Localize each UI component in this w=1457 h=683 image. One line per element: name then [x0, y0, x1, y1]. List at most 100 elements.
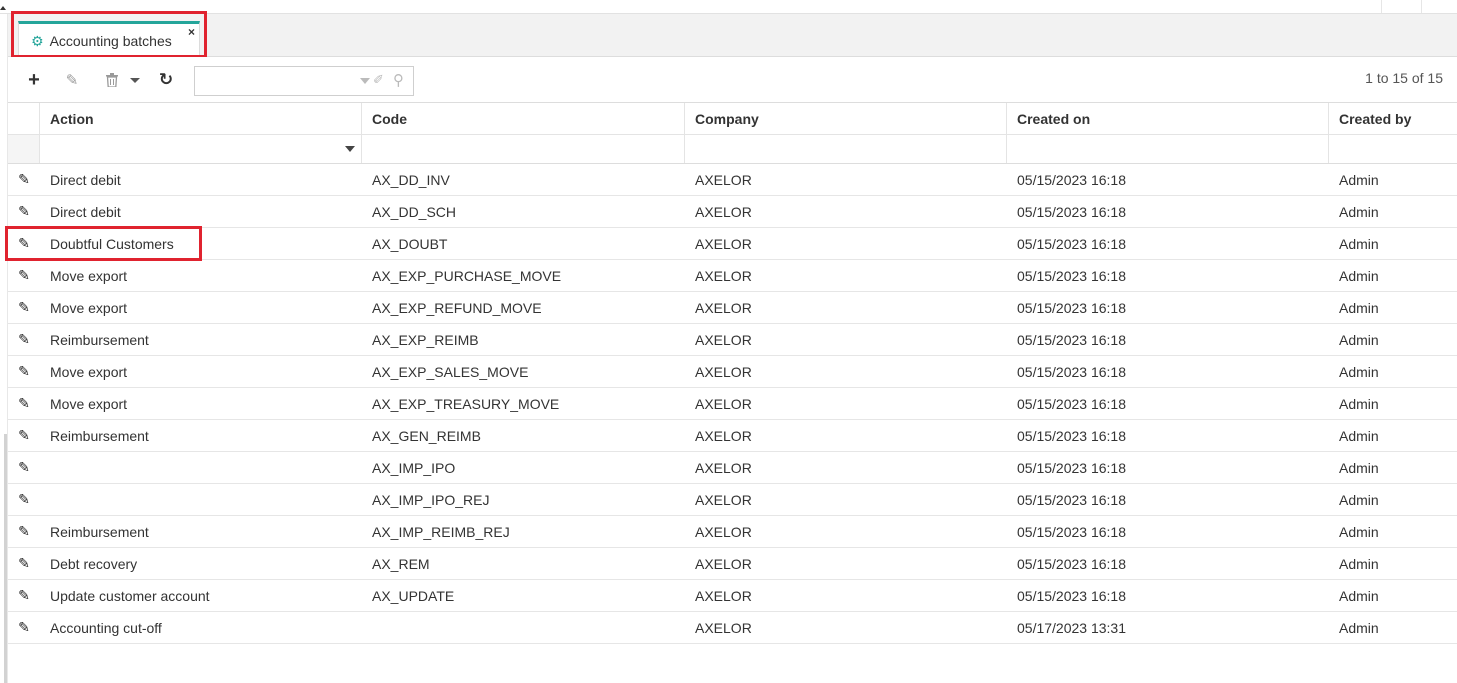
- pencil-icon[interactable]: ✎: [8, 356, 40, 387]
- table-row[interactable]: ✎ Direct debit AX_DD_INV AXELOR 05/15/20…: [8, 164, 1457, 196]
- pencil-icon[interactable]: ✎: [8, 164, 40, 195]
- top-bar-divider: [1421, 0, 1422, 13]
- filter-edit-cell: [8, 135, 40, 163]
- table-row[interactable]: ✎ Debt recovery AX_REM AXELOR 05/15/2023…: [8, 548, 1457, 580]
- search-input[interactable]: [195, 67, 355, 95]
- table-row[interactable]: ✎ AX_IMP_IPO AXELOR 05/15/2023 16:18 Adm…: [8, 452, 1457, 484]
- tab-accounting-batches[interactable]: ⚙ Accounting batches ×: [18, 21, 200, 57]
- clear-search-icon[interactable]: ✐: [373, 72, 384, 88]
- cell-action: Move export: [50, 299, 128, 316]
- table-row[interactable]: ✎ Reimbursement AX_GEN_REIMB AXELOR 05/1…: [8, 420, 1457, 452]
- pencil-icon[interactable]: ✎: [8, 580, 40, 611]
- scrollbar-thumb[interactable]: [4, 434, 7, 683]
- cell-company: AXELOR: [695, 619, 752, 636]
- column-header-created-by[interactable]: Created by: [1329, 103, 1457, 134]
- cell-code: AX_EXP_REIMB: [372, 331, 479, 348]
- top-bar: [0, 0, 1457, 14]
- cell-code: AX_DOUBT: [372, 235, 448, 252]
- cell-created-by: Admin: [1339, 491, 1379, 508]
- cell-created-by: Admin: [1339, 523, 1379, 540]
- cell-created-by: Admin: [1339, 395, 1379, 412]
- cell-created-on: 05/15/2023 16:18: [1017, 331, 1126, 348]
- close-icon[interactable]: ×: [188, 25, 195, 39]
- left-scroll-strip: [0, 14, 8, 683]
- pager-text: 1 to 15 of 15: [1365, 70, 1443, 86]
- cell-company: AXELOR: [695, 427, 752, 444]
- search-icon[interactable]: ⚲: [393, 71, 404, 89]
- gear-icon: ⚙: [31, 32, 44, 49]
- table-row[interactable]: ✎ Reimbursement AX_EXP_REIMB AXELOR 05/1…: [8, 324, 1457, 356]
- cell-created-on: 05/15/2023 16:18: [1017, 267, 1126, 284]
- table-row[interactable]: ✎ Move export AX_EXP_REFUND_MOVE AXELOR …: [8, 292, 1457, 324]
- pencil-icon[interactable]: ✎: [8, 388, 40, 419]
- filter-action-select[interactable]: [40, 135, 362, 163]
- cell-code: AX_EXP_PURCHASE_MOVE: [372, 267, 562, 284]
- column-header-action[interactable]: Action: [40, 103, 362, 134]
- edit-button[interactable]: ✎: [62, 69, 82, 91]
- records-grid: Action Code Company Created on Created b…: [8, 102, 1457, 644]
- tab-label: Accounting batches: [49, 32, 172, 49]
- cell-created-by: Admin: [1339, 331, 1379, 348]
- pencil-icon: ✎: [65, 72, 79, 89]
- cell-company: AXELOR: [695, 299, 752, 316]
- pencil-icon[interactable]: ✎: [8, 292, 40, 323]
- table-row[interactable]: ✎ Direct debit AX_DD_SCH AXELOR 05/15/20…: [8, 196, 1457, 228]
- header-edit-cell: [8, 103, 40, 134]
- column-header-created-on[interactable]: Created on: [1007, 103, 1329, 134]
- grid-body: ✎ Direct debit AX_DD_INV AXELOR 05/15/20…: [8, 164, 1457, 644]
- filter-created-by-input[interactable]: [1329, 135, 1457, 163]
- pencil-icon[interactable]: ✎: [8, 612, 40, 643]
- pencil-icon[interactable]: ✎: [8, 196, 40, 227]
- search-box: ✐ ⚲: [194, 66, 414, 96]
- pencil-icon[interactable]: ✎: [8, 484, 40, 515]
- pencil-icon[interactable]: ✎: [8, 420, 40, 451]
- pencil-icon[interactable]: ✎: [8, 548, 40, 579]
- table-row[interactable]: ✎ Update customer account AX_UPDATE AXEL…: [8, 580, 1457, 612]
- cell-company: AXELOR: [695, 395, 752, 412]
- toolbar: + ✎ ↻ ✐ ⚲ 1 to 15 of 15: [8, 57, 1457, 103]
- search-filter-dropdown-icon[interactable]: [360, 78, 370, 84]
- pencil-icon[interactable]: ✎: [8, 228, 40, 259]
- cell-created-by: Admin: [1339, 235, 1379, 252]
- table-row[interactable]: ✎ Move export AX_EXP_SALES_MOVE AXELOR 0…: [8, 356, 1457, 388]
- cell-created-on: 05/15/2023 16:18: [1017, 395, 1126, 412]
- cell-action: Reimbursement: [50, 331, 149, 348]
- table-row[interactable]: ✎ Doubtful Customers AX_DOUBT AXELOR 05/…: [8, 228, 1457, 260]
- add-button[interactable]: +: [24, 69, 44, 91]
- column-header-code[interactable]: Code: [362, 103, 685, 134]
- filter-created-on-input[interactable]: [1007, 135, 1329, 163]
- pencil-icon[interactable]: ✎: [8, 452, 40, 483]
- cell-action: Doubtful Customers: [50, 235, 174, 252]
- pencil-icon[interactable]: ✎: [8, 324, 40, 355]
- cell-code: AX_REM: [372, 555, 430, 572]
- cell-created-on: 05/15/2023 16:18: [1017, 555, 1126, 572]
- cell-created-on: 05/15/2023 16:18: [1017, 203, 1126, 220]
- table-row[interactable]: ✎ Move export AX_EXP_TREASURY_MOVE AXELO…: [8, 388, 1457, 420]
- cell-created-on: 05/17/2023 13:31: [1017, 619, 1126, 636]
- cell-action: Update customer account: [50, 587, 210, 604]
- grid-header: Action Code Company Created on Created b…: [8, 102, 1457, 135]
- filter-company-input[interactable]: [685, 135, 1007, 163]
- cell-created-on: 05/15/2023 16:18: [1017, 299, 1126, 316]
- cell-company: AXELOR: [695, 171, 752, 188]
- table-row[interactable]: ✎ Move export AX_EXP_PURCHASE_MOVE AXELO…: [8, 260, 1457, 292]
- refresh-button[interactable]: ↻: [156, 69, 176, 91]
- column-header-company[interactable]: Company: [685, 103, 1007, 134]
- delete-options-button[interactable]: [128, 69, 142, 91]
- cell-created-on: 05/15/2023 16:18: [1017, 427, 1126, 444]
- pencil-icon[interactable]: ✎: [8, 516, 40, 547]
- cell-company: AXELOR: [695, 235, 752, 252]
- table-row[interactable]: ✎ AX_IMP_IPO_REJ AXELOR 05/15/2023 16:18…: [8, 484, 1457, 516]
- delete-button[interactable]: [102, 69, 122, 91]
- cell-created-on: 05/15/2023 16:18: [1017, 235, 1126, 252]
- filter-code-input[interactable]: [362, 135, 685, 163]
- cell-created-on: 05/15/2023 16:18: [1017, 171, 1126, 188]
- pencil-icon[interactable]: ✎: [8, 260, 40, 291]
- cell-action: Accounting cut-off: [50, 619, 162, 636]
- table-row[interactable]: ✎ Reimbursement AX_IMP_REIMB_REJ AXELOR …: [8, 516, 1457, 548]
- cell-company: AXELOR: [695, 203, 752, 220]
- cell-created-by: Admin: [1339, 587, 1379, 604]
- table-row[interactable]: ✎ Accounting cut-off AXELOR 05/17/2023 1…: [8, 612, 1457, 644]
- cell-code: AX_GEN_REIMB: [372, 427, 481, 444]
- top-bar-divider: [1381, 0, 1382, 13]
